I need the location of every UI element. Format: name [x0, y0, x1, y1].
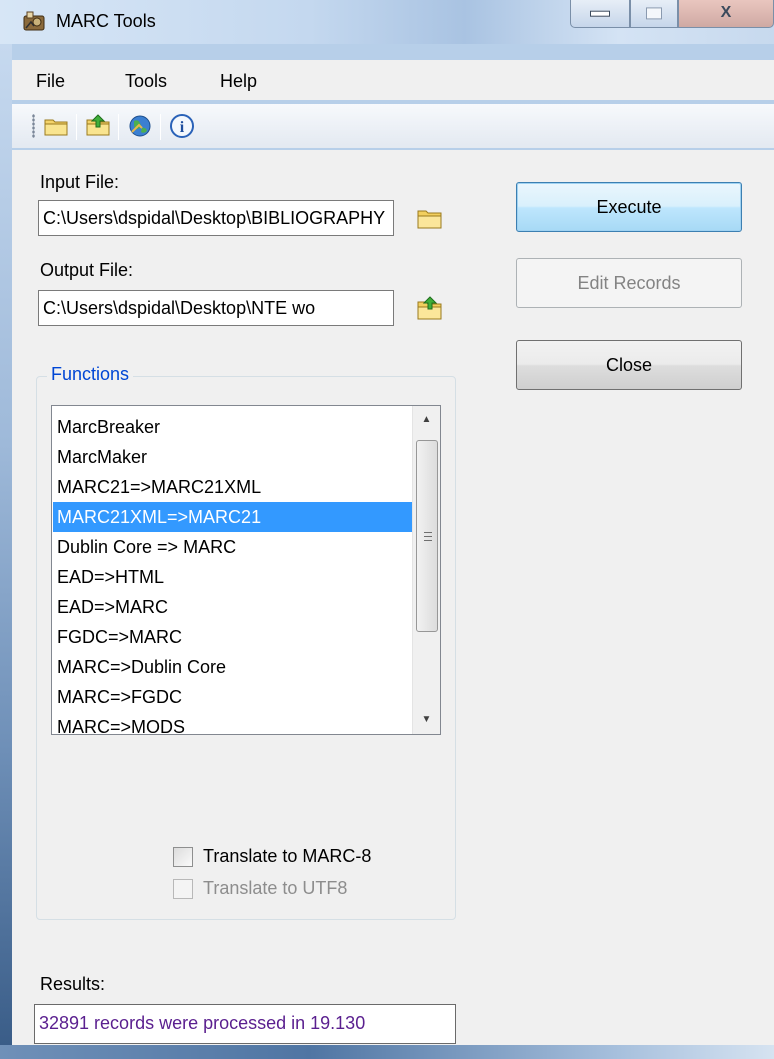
- app-icon: [23, 11, 45, 31]
- list-item[interactable]: Dublin Core => MARC: [53, 532, 413, 562]
- save-folder-icon[interactable]: [84, 112, 112, 140]
- browse-output-folder-icon[interactable]: [416, 296, 444, 322]
- scroll-down-arrow-icon[interactable]: ▼: [413, 706, 440, 734]
- list-item[interactable]: MarcBreaker: [53, 412, 413, 442]
- output-file-label: Output File:: [40, 260, 134, 280]
- list-item[interactable]: MARC21=>MARC21XML: [53, 472, 413, 502]
- window-title: MARC Tools: [56, 11, 156, 31]
- toolbar-separator: [118, 114, 119, 140]
- scroll-thumb[interactable]: [416, 440, 438, 632]
- functions-list-items: MarcBreaker MarcMaker MARC21=>MARC21XML …: [53, 412, 413, 742]
- minimize-button[interactable]: [570, 0, 630, 28]
- list-item[interactable]: FGDC=>MARC: [53, 622, 413, 652]
- list-item[interactable]: EAD=>MARC: [53, 592, 413, 622]
- translate-marc8-label[interactable]: Translate to MARC-8: [203, 846, 371, 867]
- functions-list[interactable]: MarcBreaker MarcMaker MARC21=>MARC21XML …: [51, 405, 441, 737]
- toolbar: i: [12, 104, 774, 148]
- toolbar-separator: [76, 114, 77, 140]
- scroll-up-arrow-icon[interactable]: ▲: [413, 406, 440, 434]
- title-bar[interactable]: MARC Tools X: [0, 0, 774, 44]
- info-icon[interactable]: i: [168, 112, 196, 140]
- input-file-field[interactable]: C:\Users\dspidal\Desktop\BIBLIOGRAPHY: [38, 200, 394, 236]
- open-folder-icon[interactable]: [42, 112, 70, 140]
- window-frame-bottom: [0, 1045, 774, 1059]
- info-glyph: i: [180, 119, 185, 136]
- web-globe-icon[interactable]: [126, 112, 154, 140]
- results-label: Results:: [40, 974, 106, 994]
- translate-utf8-checkbox: [173, 879, 193, 899]
- maximize-button[interactable]: [630, 0, 678, 28]
- menu-help[interactable]: Help: [220, 71, 257, 92]
- toolbar-grip[interactable]: [32, 114, 35, 138]
- thumb-grip-icon: [424, 532, 432, 541]
- close-window-button[interactable]: X: [678, 0, 774, 28]
- list-item-selected[interactable]: MARC21XML=>MARC21: [53, 502, 413, 532]
- list-item[interactable]: EAD=>HTML: [53, 562, 413, 592]
- functions-group: Functions MarcBreaker MarcMaker MARC21=>…: [36, 364, 456, 920]
- list-item[interactable]: MARC=>Dublin Core: [53, 652, 413, 682]
- functions-title: Functions: [47, 364, 134, 385]
- main-panel: Input File: C:\Users\dspidal\Desktop\BIB…: [12, 150, 774, 1045]
- translate-marc8-checkbox[interactable]: [173, 847, 193, 867]
- translate-utf8-label: Translate to UTF8: [203, 878, 348, 898]
- edit-records-button[interactable]: Edit Records: [516, 258, 742, 308]
- menu-file[interactable]: File: [36, 71, 65, 92]
- app-window: MARC Tools X File Tools Help i Input Fil…: [0, 0, 774, 1059]
- close-button[interactable]: Close: [516, 340, 742, 390]
- execute-button[interactable]: Execute: [516, 182, 742, 232]
- maximize-icon: [646, 6, 662, 19]
- window-controls: X: [570, 0, 774, 30]
- window-frame-left: [0, 44, 12, 1045]
- input-file-label: Input File:: [40, 172, 120, 192]
- close-icon: X: [720, 3, 732, 21]
- functions-scrollbar[interactable]: ▲ ▼: [412, 406, 440, 734]
- list-item[interactable]: MARC=>FGDC: [53, 682, 413, 712]
- toolbar-separator: [160, 114, 161, 140]
- results-field[interactable]: 32891 records were processed in 19.130: [34, 1004, 456, 1044]
- output-file-field[interactable]: C:\Users\dspidal\Desktop\NTE wo: [38, 290, 394, 326]
- browse-input-folder-icon[interactable]: [416, 206, 444, 232]
- menu-tools[interactable]: Tools: [125, 71, 167, 92]
- list-item[interactable]: MARC=>MODS: [53, 712, 413, 742]
- menu-bar: File Tools Help: [12, 60, 774, 100]
- list-item[interactable]: MarcMaker: [53, 442, 413, 472]
- minimize-icon: [590, 10, 610, 17]
